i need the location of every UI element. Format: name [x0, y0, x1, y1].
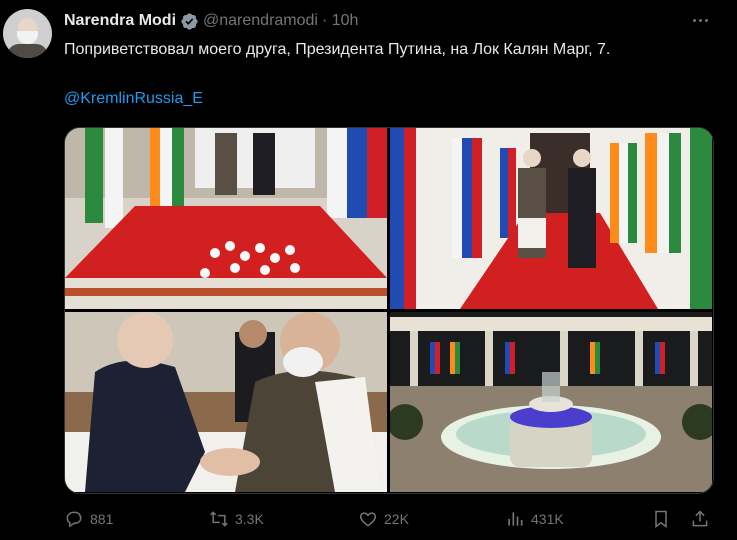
photo-1[interactable] [65, 128, 387, 309]
photo-2[interactable] [390, 128, 712, 309]
verified-badge-icon [181, 12, 198, 30]
media-grid [64, 127, 714, 494]
views-button[interactable]: 431K [505, 509, 564, 529]
repost-count: 3.3K [235, 511, 264, 527]
author-name[interactable]: Narendra Modi [64, 12, 176, 30]
more-icon[interactable] [688, 10, 712, 30]
avatar[interactable] [3, 9, 52, 58]
like-count: 22K [384, 511, 409, 527]
author-handle[interactable]: @narendramodi [203, 12, 318, 30]
share-icon [692, 510, 708, 527]
views-count: 431K [531, 511, 564, 527]
reply-count: 881 [90, 511, 114, 527]
repost-button[interactable]: 3.3K [209, 509, 264, 529]
repost-icon [210, 511, 228, 527]
action-bar: 881 3.3K 22K 431K [64, 505, 716, 535]
bookmark-button[interactable] [651, 509, 671, 529]
like-icon [359, 512, 377, 527]
tweet-text: Поприветствовал моего друга, Президента … [64, 41, 611, 58]
share-button[interactable] [690, 509, 710, 529]
photo-4[interactable] [390, 312, 712, 492]
tweet-timestamp[interactable]: · 10h [322, 12, 358, 30]
photo-3[interactable] [65, 312, 387, 492]
tweet-header: Narendra Modi @narendramodi · 10h [64, 10, 358, 32]
like-button[interactable]: 22K [358, 509, 409, 529]
bookmark-icon [655, 510, 667, 528]
mention-link[interactable]: @KremlinRussia_E [64, 90, 203, 108]
reply-button[interactable]: 881 [64, 509, 113, 529]
views-icon [508, 512, 523, 526]
reply-icon [66, 511, 82, 528]
